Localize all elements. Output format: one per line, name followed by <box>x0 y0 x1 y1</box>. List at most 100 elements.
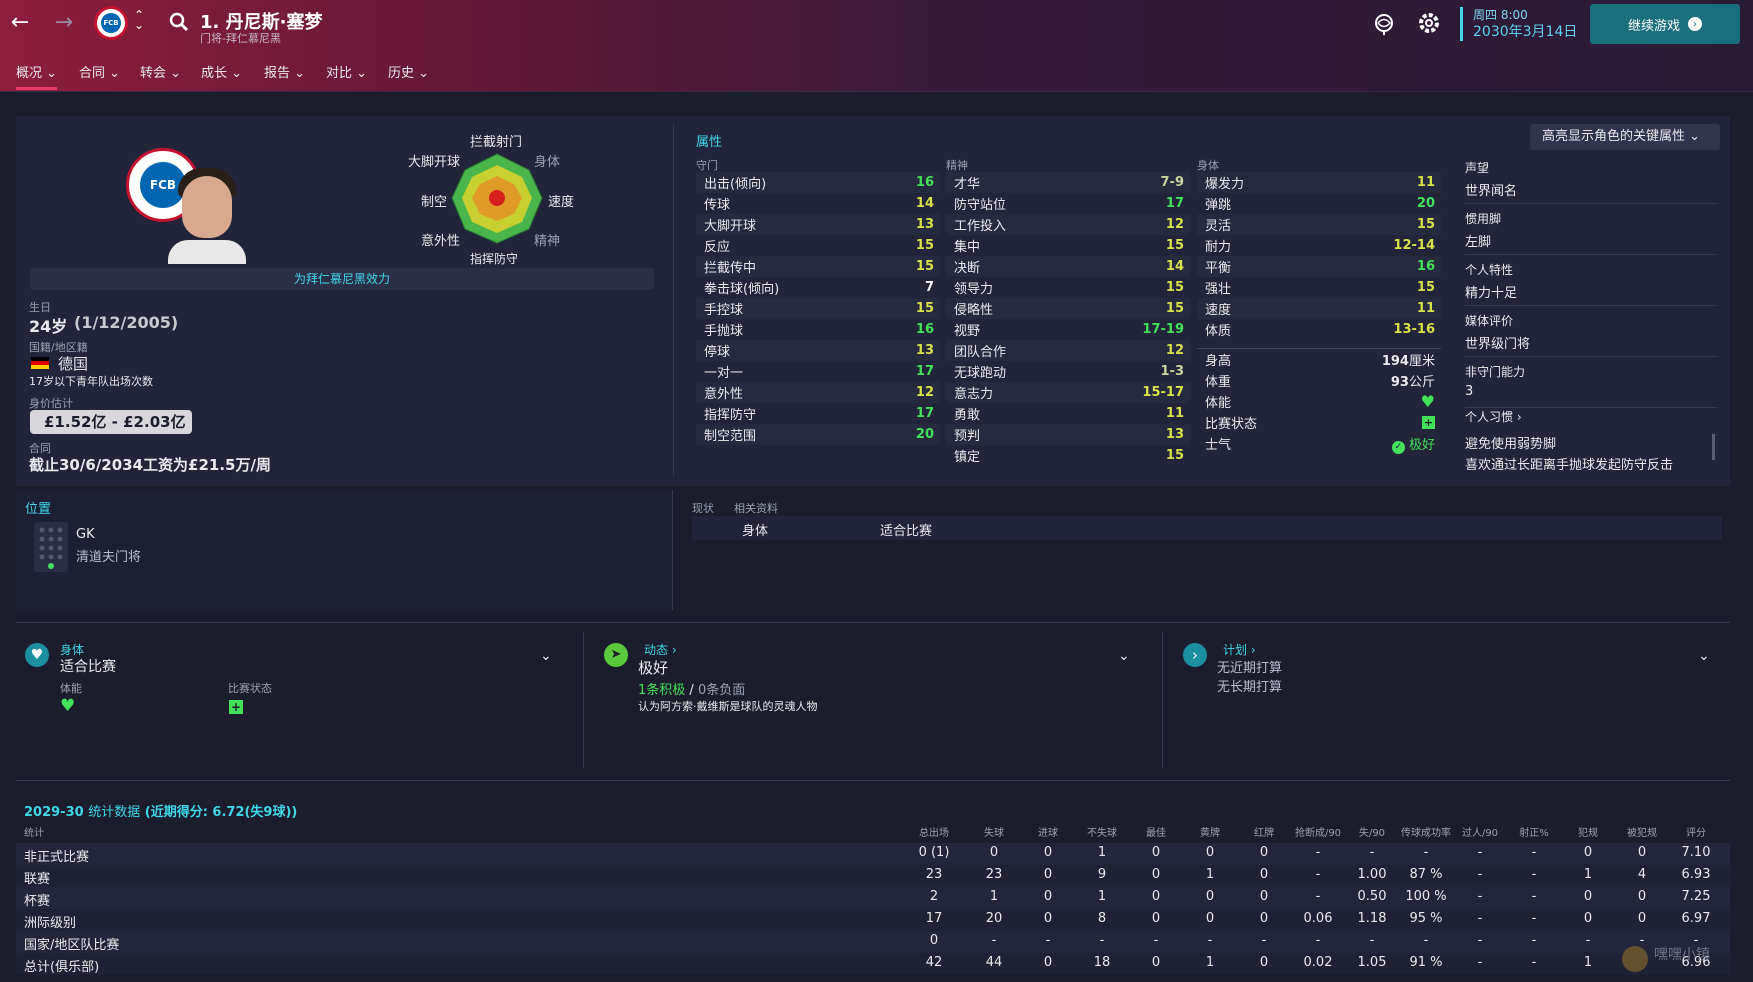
attribute-value: 16 <box>915 175 934 190</box>
plays-for-banner[interactable]: 为拜仁慕尼黑效力 <box>30 268 654 290</box>
club-crest-icon[interactable]: FCB <box>94 6 128 40</box>
stats-column-header[interactable]: 总出场 <box>904 824 964 839</box>
stats-column-header[interactable]: 进球 <box>1018 824 1078 839</box>
forward-arrow-icon[interactable]: → <box>50 10 78 35</box>
stats-row[interactable]: 非正式比赛 0 (1) 0 0 1 0 0 0 - - - - - 0 0 7.10 <box>16 843 1730 865</box>
stats-column-header[interactable]: 过人/90 <box>1450 824 1510 839</box>
status-category: 身体 <box>742 524 769 539</box>
germany-flag-icon <box>31 357 49 369</box>
negative-count[interactable]: 0条负面 <box>698 683 745 698</box>
tab-transfer[interactable]: 转会 ⌄ <box>140 62 181 81</box>
tab-history-label: 历史 <box>388 66 415 81</box>
expand-chevron-icon[interactable]: ⌄ <box>1698 648 1710 664</box>
gk-attribute-row[interactable]: 手控球 15 <box>696 298 940 319</box>
gk-attribute-row[interactable]: 反应 15 <box>696 235 940 256</box>
mental-attribute-row[interactable]: 防守站位 17 <box>946 193 1190 214</box>
gk-attribute-row[interactable]: 指挥防守 17 <box>696 403 940 424</box>
stats-column-header[interactable]: 被犯规 <box>1612 824 1672 839</box>
physical-attribute-row[interactable]: 爆发力 11 <box>1197 172 1441 193</box>
stats-column-header[interactable]: 失/90 <box>1342 824 1402 839</box>
physical-attribute-row[interactable]: 弹跳 20 <box>1197 193 1441 214</box>
mental-attribute-row[interactable]: 决断 14 <box>946 256 1190 277</box>
stats-column-header[interactable]: 红牌 <box>1234 824 1294 839</box>
habits-header[interactable]: 个人习惯 › <box>1465 408 1717 425</box>
player-age: 24岁 <box>29 317 68 336</box>
value-badge[interactable]: £1.52亿 - £2.03亿 <box>30 410 192 434</box>
stats-column-header[interactable]: 犯规 <box>1558 824 1618 839</box>
physical-attribute-row[interactable]: 强壮 15 <box>1197 277 1441 298</box>
gk-attribute-row[interactable]: 制空范围 20 <box>696 424 940 445</box>
mental-attribute-row[interactable]: 侵略性 15 <box>946 298 1190 319</box>
expand-chevron-icon[interactable]: ⌄ <box>540 648 552 664</box>
mental-attribute-row[interactable]: 才华 7-9 <box>946 172 1190 193</box>
physical-attribute-row[interactable]: 速度 11 <box>1197 298 1441 319</box>
mental-attribute-row[interactable]: 无球跑动 1-3 <box>946 361 1190 382</box>
gk-attribute-row[interactable]: 拳击球(倾向) 7 <box>696 277 940 298</box>
stats-column-header[interactable]: 射正% <box>1504 824 1564 839</box>
tab-reports[interactable]: 报告 ⌄ <box>264 62 305 81</box>
world-icon[interactable] <box>1372 12 1396 36</box>
gk-attribute-row[interactable]: 大脚开球 13 <box>696 214 940 235</box>
mental-attribute-row[interactable]: 工作投入 12 <box>946 214 1190 235</box>
gk-attribute-row[interactable]: 一对一 17 <box>696 361 940 382</box>
info-value: 左脚 <box>1465 235 1492 250</box>
expand-chevron-icon[interactable]: ⌄ <box>1118 648 1130 664</box>
stats-row[interactable]: 总计(俱乐部) 42 44 0 18 0 1 0 0.02 1.05 91 % - -1 6.96 <box>16 953 1730 975</box>
tab-development[interactable]: 成长 ⌄ <box>201 62 242 81</box>
mental-attribute-row[interactable]: 勇敢 11 <box>946 403 1190 424</box>
mental-attribute-row[interactable]: 镇定 15 <box>946 445 1190 466</box>
mental-attribute-row[interactable]: 视野 17-19 <box>946 319 1190 340</box>
info-label: 声望 <box>1465 161 1490 175</box>
tab-status[interactable]: 现状 <box>692 500 714 516</box>
physical-attribute-row[interactable]: 灵活 15 <box>1197 214 1441 235</box>
stats-column-header[interactable]: 失球 <box>964 824 1024 839</box>
stats-column-header[interactable]: 黄牌 <box>1180 824 1240 839</box>
gk-attribute-row[interactable]: 拦截传中 15 <box>696 256 940 277</box>
gk-attribute-row[interactable]: 出击(倾向) 16 <box>696 172 940 193</box>
settings-gear-icon[interactable] <box>1416 10 1442 36</box>
mental-attribute-row[interactable]: 领导力 15 <box>946 277 1190 298</box>
stats-column-header[interactable]: 不失球 <box>1072 824 1132 839</box>
contract-value: 截止30/6/2034工资为£21.5万/周 <box>29 456 271 474</box>
mental-attribute-row[interactable]: 意志力 15-17 <box>946 382 1190 403</box>
club-switch-icon[interactable]: ⌃ ⌄ <box>134 9 144 31</box>
stats-column-header[interactable]: 评分 <box>1666 824 1726 839</box>
gk-attribute-row[interactable]: 停球 13 <box>696 340 940 361</box>
mental-attribute-row[interactable]: 集中 15 <box>946 235 1190 256</box>
card-dynamics-title[interactable]: 动态 › <box>644 641 677 658</box>
positive-count[interactable]: 1条积极 <box>638 683 685 698</box>
physical-attribute-row[interactable]: 平衡 16 <box>1197 256 1441 277</box>
gk-attribute-row[interactable]: 传球 14 <box>696 193 940 214</box>
stats-cell: 0 <box>1205 911 1215 926</box>
gk-attribute-row[interactable]: 手抛球 16 <box>696 319 940 340</box>
stats-row[interactable]: 杯赛 2 1 0 1 0 0 0 - 0.50 100 % - - 0 0 7.25 <box>16 887 1730 909</box>
tab-overview[interactable]: 概况 ⌄ <box>16 62 58 90</box>
back-arrow-icon[interactable]: ← <box>6 10 34 35</box>
continue-button[interactable]: 继续游戏 › <box>1590 4 1740 44</box>
highlight-dropdown[interactable]: 高亮显示角色的关键属性 ⌄ <box>1530 124 1720 150</box>
search-icon[interactable] <box>168 11 190 33</box>
habits-scrollbar[interactable] <box>1712 434 1715 460</box>
stats-column-header[interactable]: 最佳 <box>1126 824 1186 839</box>
stats-column-header[interactable]: 传球成功率 <box>1396 824 1456 839</box>
position-code: GK <box>76 527 95 542</box>
stats-row-name: 联赛 <box>24 872 51 887</box>
card-plans-title[interactable]: 计划 › <box>1223 641 1256 658</box>
tab-history[interactable]: 历史 ⌄ <box>388 62 429 81</box>
stats-row[interactable]: 洲际级别 17 20 0 8 0 0 0 0.06 1.18 95 % - - 0 0 6.97 <box>16 909 1730 931</box>
mental-attribute-row[interactable]: 团队合作 12 <box>946 340 1190 361</box>
tab-contract[interactable]: 合同 ⌄ <box>79 62 120 81</box>
stats-row[interactable]: 国家/地区队比赛 0- - - - - - - - - - - - - - <box>16 931 1730 953</box>
stats-row-name: 非正式比赛 <box>24 850 90 865</box>
mental-attribute-row[interactable]: 预判 13 <box>946 424 1190 445</box>
tab-compare[interactable]: 对比 ⌄ <box>326 62 367 81</box>
stats-column-header[interactable]: 抢断成/90 <box>1288 824 1348 839</box>
physical-attribute-row[interactable]: 耐力 12-14 <box>1197 235 1441 256</box>
tab-related[interactable]: 相关资料 <box>734 500 778 516</box>
attribute-name: 意外性 <box>704 387 744 402</box>
stats-row[interactable]: 联赛 23 23 0 9 0 1 0 - 1.00 87 % - - 1 4 6.93 <box>16 865 1730 887</box>
player-nation[interactable]: 德国 <box>58 353 88 374</box>
gk-attribute-row[interactable]: 意外性 12 <box>696 382 940 403</box>
physical-attribute-row[interactable]: 体质 13-16 <box>1197 319 1441 340</box>
attribute-value: 11 <box>1165 406 1184 421</box>
